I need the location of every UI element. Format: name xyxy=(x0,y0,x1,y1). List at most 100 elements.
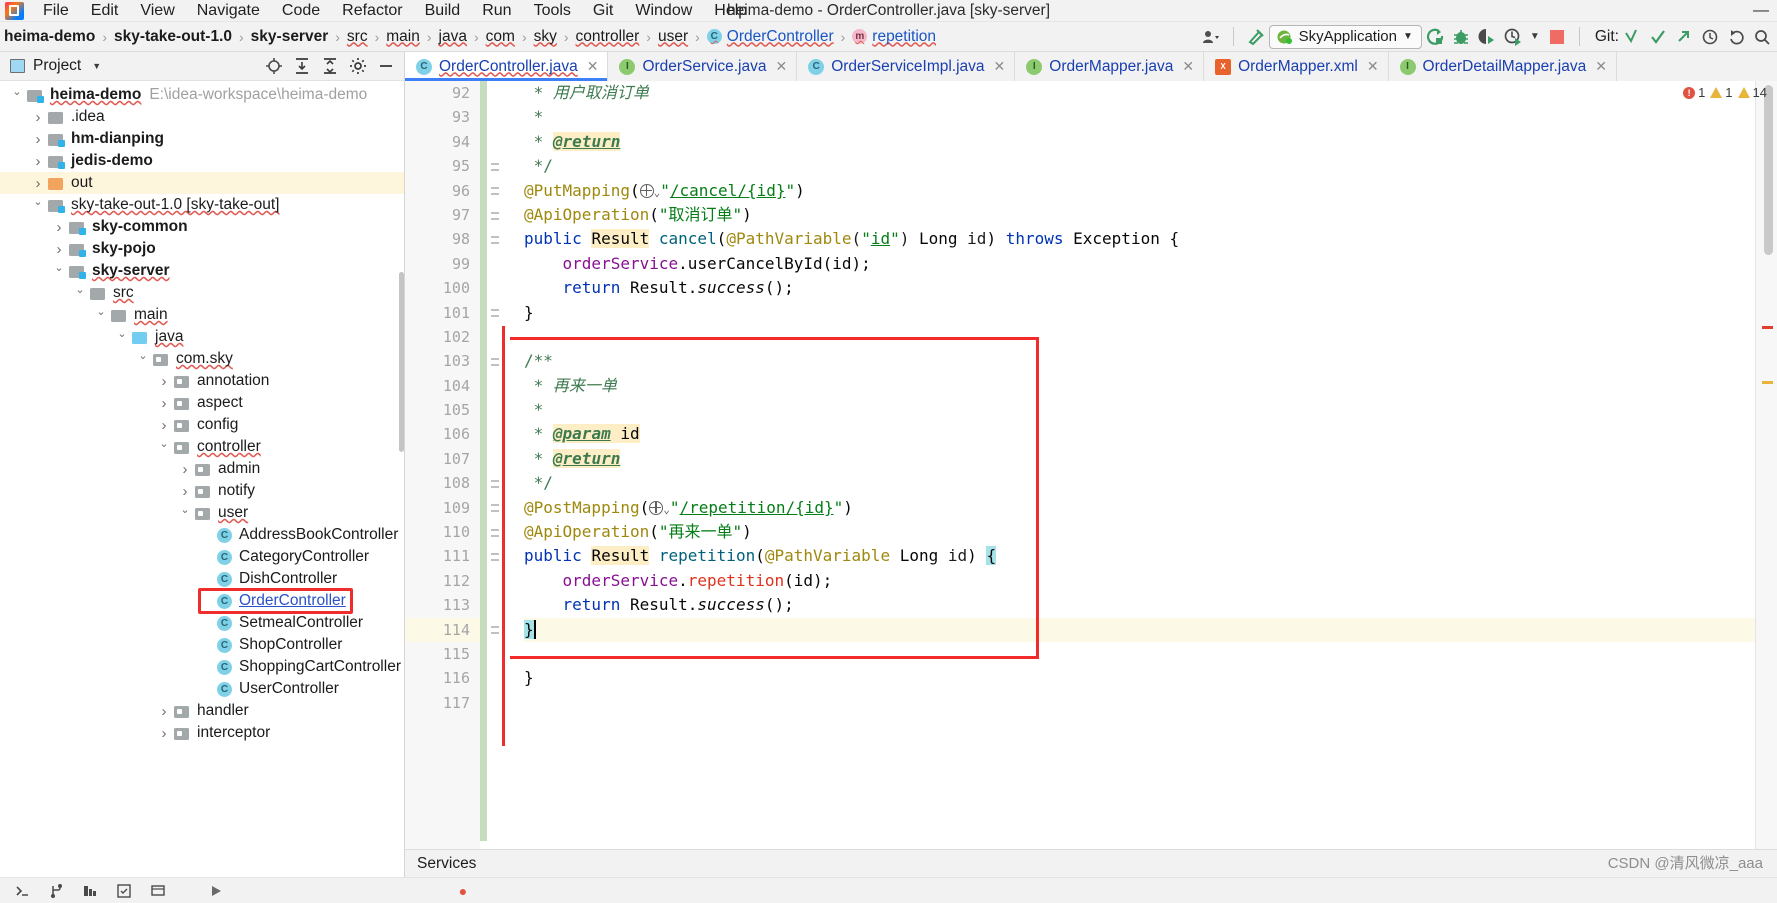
code-line[interactable]: } xyxy=(524,666,1755,690)
code-line[interactable]: */ xyxy=(524,471,1755,495)
line-number[interactable]: 99 xyxy=(405,252,480,276)
line-number[interactable]: 115 xyxy=(405,642,480,666)
line-number[interactable]: 113 xyxy=(405,593,480,617)
code-fold-marker-icon[interactable] xyxy=(488,477,501,490)
close-icon[interactable]: ✕ xyxy=(1367,58,1379,75)
line-number[interactable]: 97 xyxy=(405,203,480,227)
chevron-right-icon[interactable] xyxy=(176,484,194,499)
locate-icon[interactable] xyxy=(264,56,284,76)
code-fold-marker-icon[interactable] xyxy=(488,624,501,637)
tree-node-shoppingcartcontroller[interactable]: ShoppingCartController xyxy=(0,656,404,678)
menu-item-file[interactable]: File xyxy=(32,0,80,22)
code-line[interactable]: @PostMapping(⌄"/repetition/{id}") xyxy=(524,496,1755,520)
code-line[interactable]: * @return xyxy=(524,130,1755,154)
chevron-right-icon[interactable] xyxy=(155,726,173,741)
chevron-right-icon[interactable] xyxy=(50,220,68,235)
error-stripe-marker[interactable] xyxy=(1762,326,1773,329)
line-number[interactable]: 96 xyxy=(405,179,480,203)
tree-node-src[interactable]: src xyxy=(0,282,404,304)
code-fold-marker-icon[interactable] xyxy=(488,185,501,198)
code-line[interactable]: @ApiOperation("取消订单") xyxy=(524,203,1755,227)
code-fold-marker-icon[interactable] xyxy=(488,551,501,564)
breadcrumb-item-ordercontroller[interactable]: C OrderController xyxy=(705,28,836,46)
line-number[interactable]: 108 xyxy=(405,471,480,495)
tree-node-out[interactable]: out xyxy=(0,172,404,194)
code-line[interactable]: } xyxy=(524,301,1755,325)
line-number[interactable]: 101 xyxy=(405,301,480,325)
tree-node-ordercontroller[interactable]: OrderController xyxy=(0,590,404,612)
menu-bar[interactable]: File Edit View Navigate Code Refactor Bu… xyxy=(32,0,758,22)
code-line[interactable]: @PutMapping(⌄"/cancel/{id}") xyxy=(524,179,1755,203)
user-profile-icon[interactable] xyxy=(1198,25,1224,49)
line-number[interactable]: 105 xyxy=(405,398,480,422)
todo-icon[interactable] xyxy=(116,883,132,899)
menu-item-tools[interactable]: Tools xyxy=(523,0,582,22)
line-number[interactable]: 114 xyxy=(405,617,480,642)
code-line[interactable]: * @param id xyxy=(524,422,1755,446)
close-icon[interactable]: ✕ xyxy=(1182,58,1194,75)
menu-item-view[interactable]: View xyxy=(129,0,185,22)
tree-node-sky-common[interactable]: sky-common xyxy=(0,216,404,238)
code-line[interactable]: return Result.success(); xyxy=(524,593,1755,617)
breadcrumb-item-user[interactable]: user xyxy=(656,28,690,46)
run-with-coverage-icon[interactable] xyxy=(1474,25,1500,49)
breadcrumb-item-controller[interactable]: controller xyxy=(574,28,642,46)
warning-count-chip[interactable]: 1 xyxy=(1710,85,1733,100)
inspection-scrollbar[interactable] xyxy=(1755,81,1777,849)
tree-node-sky-server[interactable]: sky-server xyxy=(0,260,404,282)
line-number[interactable]: 116 xyxy=(405,666,480,690)
tree-node-controller[interactable]: controller xyxy=(0,436,404,458)
chevron-right-icon[interactable] xyxy=(155,704,173,719)
editor-tab-ordermapper-xml[interactable]: X OrderMapper.xml ✕ xyxy=(1204,52,1389,81)
run-configuration-selector[interactable]: SkyApplication ▼ xyxy=(1268,24,1422,49)
menu-item-window[interactable]: Window xyxy=(624,0,703,22)
web-mapping-icon[interactable] xyxy=(649,500,664,515)
tree-node-com.sky[interactable]: com.sky xyxy=(0,348,404,370)
menu-item-build[interactable]: Build xyxy=(414,0,472,22)
error-count-chip[interactable]: ! 1 xyxy=(1683,85,1705,100)
tree-node-sky-pojo[interactable]: sky-pojo xyxy=(0,238,404,260)
chevron-right-icon[interactable] xyxy=(176,462,194,477)
hide-icon[interactable] xyxy=(376,56,396,76)
menu-item-edit[interactable]: Edit xyxy=(80,0,130,22)
chevron-right-icon[interactable] xyxy=(155,418,173,433)
project-tree-scrollbar[interactable] xyxy=(399,272,404,452)
chevron-down-icon[interactable] xyxy=(92,310,110,321)
chevron-down-icon[interactable] xyxy=(155,442,173,453)
error-indicator-icon[interactable]: ● xyxy=(455,883,471,899)
chevron-right-icon[interactable] xyxy=(29,132,47,147)
line-number[interactable]: 112 xyxy=(405,569,480,593)
chevron-down-icon[interactable] xyxy=(113,332,131,343)
chevron-down-icon[interactable] xyxy=(176,508,194,519)
tree-node-hm-dianping[interactable]: hm-dianping xyxy=(0,128,404,150)
git-commit-icon[interactable] xyxy=(1645,25,1671,49)
close-icon[interactable]: ✕ xyxy=(1595,58,1607,75)
line-number[interactable]: 103 xyxy=(405,349,480,373)
tree-node-.idea[interactable]: .idea xyxy=(0,106,404,128)
line-number[interactable]: 102 xyxy=(405,325,480,349)
code-fold-marker-icon[interactable] xyxy=(488,502,501,515)
line-number[interactable]: 92 xyxy=(405,81,480,105)
editor-tab-orderservice-java[interactable]: I OrderService.java ✕ xyxy=(608,52,798,81)
git-update-icon[interactable] xyxy=(1619,25,1645,49)
code-line[interactable]: orderService.userCancelById(id); xyxy=(524,252,1755,276)
undo-icon[interactable] xyxy=(1723,25,1749,49)
code-line[interactable]: orderService.repetition(id); xyxy=(524,569,1755,593)
close-icon[interactable]: ✕ xyxy=(775,58,787,75)
chevron-right-icon[interactable] xyxy=(155,396,173,411)
line-number[interactable]: 100 xyxy=(405,276,480,300)
tree-node-java[interactable]: java xyxy=(0,326,404,348)
warning-stripe-marker[interactable] xyxy=(1762,381,1773,384)
code-fold-marker-icon[interactable] xyxy=(488,209,501,222)
menu-item-help[interactable]: Help xyxy=(703,0,758,22)
tree-node-admin[interactable]: admin xyxy=(0,458,404,480)
tree-node-dishcontroller[interactable]: DishController xyxy=(0,568,404,590)
breadcrumb-item-main[interactable]: main xyxy=(384,28,422,46)
inspection-summary[interactable]: ! 1 1 14 xyxy=(1683,85,1767,100)
tree-node-interceptor[interactable]: interceptor xyxy=(0,722,404,744)
code-line[interactable]: * xyxy=(524,398,1755,422)
code-line[interactable]: * 再来一单 xyxy=(524,374,1755,398)
code-line[interactable]: } xyxy=(524,617,1755,642)
chevron-down-icon[interactable]: ▼ xyxy=(92,61,101,71)
settings-gear-icon[interactable] xyxy=(348,56,368,76)
